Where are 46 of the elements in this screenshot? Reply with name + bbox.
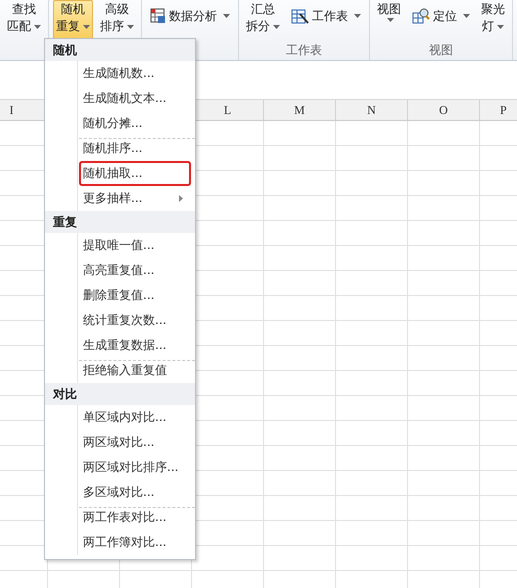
- menu-item[interactable]: 删除重复值...: [79, 283, 191, 308]
- sheet-icon: [291, 8, 309, 24]
- column-header[interactable]: P: [480, 100, 517, 120]
- ribbon-button[interactable]: 查找 匹配: [4, 0, 44, 40]
- menu-item[interactable]: 更多抽样...: [79, 186, 191, 211]
- ribbon-button[interactable]: 随机 重复: [53, 0, 93, 40]
- ribbon-button[interactable]: 视图: [374, 0, 404, 40]
- menu-item[interactable]: 高亮重复值...: [79, 258, 191, 283]
- ribbon-button[interactable]: 高级 排序: [97, 0, 137, 40]
- column-header[interactable]: O: [408, 100, 480, 120]
- menu-item[interactable]: 两区域对比...: [79, 430, 191, 455]
- caret-icon: [463, 14, 470, 18]
- column-header[interactable]: N: [336, 100, 408, 120]
- caret-icon: [387, 18, 394, 22]
- menu-item[interactable]: 随机抽取...: [79, 161, 191, 186]
- caret-icon: [223, 14, 230, 18]
- menu-section-title: 随机: [45, 39, 195, 61]
- menu-item[interactable]: 单区域内对比...: [79, 405, 191, 430]
- menu-item[interactable]: 提取唯一值...: [79, 233, 191, 258]
- menu-item[interactable]: 多区域对比...: [79, 480, 191, 505]
- ribbon-button[interactable]: 聚光 灯: [478, 0, 508, 40]
- menu-section-title: 重复: [45, 211, 195, 233]
- caret-icon: [34, 24, 41, 28]
- column-header[interactable]: M: [264, 100, 336, 120]
- menu-item[interactable]: 两区域对比排序...: [79, 455, 191, 480]
- menu-item[interactable]: 生成随机文本...: [79, 86, 191, 111]
- menu-item[interactable]: 生成随机数...: [79, 61, 191, 86]
- ribbon-button[interactable]: 工作表: [287, 6, 365, 26]
- caret-icon: [354, 14, 361, 18]
- table-icon: [150, 8, 166, 24]
- menu-item[interactable]: 随机分摊...: [79, 111, 191, 136]
- group-label: 工作表: [285, 42, 323, 58]
- ribbon-button[interactable]: 汇总 拆分: [243, 0, 283, 40]
- menu-item[interactable]: 生成重复数据...: [79, 333, 191, 358]
- locate-icon: [412, 8, 430, 24]
- ribbon-button[interactable]: 定位: [408, 6, 474, 26]
- menu-item[interactable]: 统计重复次数...: [79, 308, 191, 333]
- caret-icon: [83, 24, 90, 28]
- menu-section-title: 对比: [45, 383, 195, 405]
- group-label: 视图: [428, 42, 454, 58]
- menu-item[interactable]: 两工作簿对比...: [79, 530, 191, 555]
- caret-icon: [497, 24, 504, 28]
- caret-icon: [273, 24, 280, 28]
- submenu-arrow-icon: [179, 195, 183, 202]
- caret-icon: [127, 24, 134, 28]
- ribbon-button[interactable]: 数据分析: [146, 6, 234, 26]
